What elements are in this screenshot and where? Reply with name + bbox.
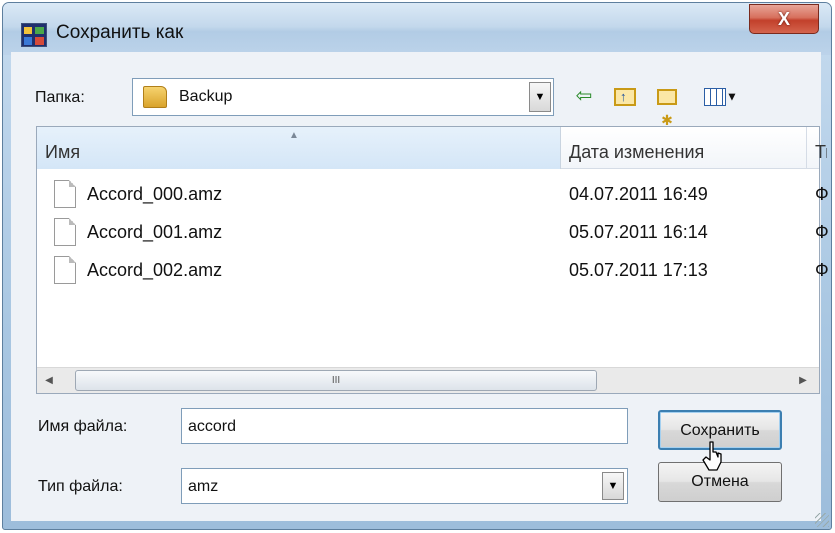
column-header-type[interactable]: Ти bbox=[807, 127, 827, 169]
file-name-cell: Accord_000.amz bbox=[87, 184, 223, 204]
file-type-label: Тип файла: bbox=[38, 478, 123, 495]
folder-icon bbox=[143, 86, 167, 108]
file-icon bbox=[54, 218, 76, 246]
app-icon bbox=[21, 23, 47, 47]
window-title: Сохранить как bbox=[56, 22, 184, 43]
list-item[interactable]: Accord_000.amz 04.07.2011 16:49 Ф bbox=[37, 175, 829, 213]
views-menu-icon[interactable]: ▼ bbox=[697, 84, 745, 108]
scroll-left-icon[interactable]: ◀ bbox=[39, 371, 59, 391]
file-type-cell: Ф bbox=[815, 260, 829, 280]
title-bar[interactable]: Сохранить как X bbox=[3, 3, 831, 55]
file-name-cell: Accord_001.amz bbox=[87, 222, 223, 242]
file-date-cell: 05.07.2011 17:13 bbox=[569, 260, 708, 280]
new-folder-icon[interactable]: ✱ bbox=[652, 84, 682, 128]
column-header-name[interactable]: Имя bbox=[37, 127, 561, 169]
file-list[interactable]: Имя ▲ Дата изменения Ти Accord_000.amz 0… bbox=[36, 126, 829, 394]
folder-dropdown-button[interactable]: ▼ bbox=[529, 82, 551, 112]
file-type-value: amz bbox=[188, 478, 219, 495]
file-name-cell: Accord_002.amz bbox=[87, 260, 223, 280]
file-type-dropdown-button[interactable]: ▼ bbox=[602, 472, 624, 500]
close-button[interactable]: X bbox=[749, 4, 819, 34]
horizontal-scrollbar[interactable]: ◀ III ▶ bbox=[37, 367, 819, 393]
resize-grip-icon[interactable] bbox=[815, 513, 829, 527]
scrollbar-thumb[interactable]: III bbox=[75, 370, 597, 391]
file-type-select[interactable]: amz ▼ bbox=[181, 468, 628, 504]
column-header-row: Имя ▲ Дата изменения Ти bbox=[37, 127, 827, 169]
back-arrow-icon[interactable]: ⇦ bbox=[570, 84, 598, 108]
file-name-label: Имя файла: bbox=[38, 418, 128, 435]
file-icon bbox=[54, 256, 76, 284]
file-type-cell: Ф bbox=[815, 222, 829, 242]
file-type-cell: Ф bbox=[815, 184, 829, 204]
list-item[interactable]: Accord_001.amz 05.07.2011 16:14 Ф bbox=[37, 213, 829, 251]
folder-label: Папка: bbox=[35, 89, 85, 106]
up-folder-icon[interactable]: ↑ bbox=[611, 84, 639, 108]
list-item[interactable]: Accord_002.amz 05.07.2011 17:13 Ф bbox=[37, 251, 829, 289]
sort-caret-icon: ▲ bbox=[289, 130, 299, 141]
file-icon bbox=[54, 180, 76, 208]
file-name-input[interactable]: accord bbox=[181, 408, 628, 444]
scroll-right-icon[interactable]: ▶ bbox=[793, 371, 813, 391]
column-header-date[interactable]: Дата изменения bbox=[561, 127, 807, 169]
file-date-cell: 05.07.2011 16:14 bbox=[569, 222, 708, 242]
folder-select[interactable]: Backup ▼ bbox=[132, 78, 554, 116]
file-date-cell: 04.07.2011 16:49 bbox=[569, 184, 708, 204]
mouse-pointer-icon bbox=[702, 441, 722, 471]
current-folder-value: Backup bbox=[179, 88, 233, 105]
